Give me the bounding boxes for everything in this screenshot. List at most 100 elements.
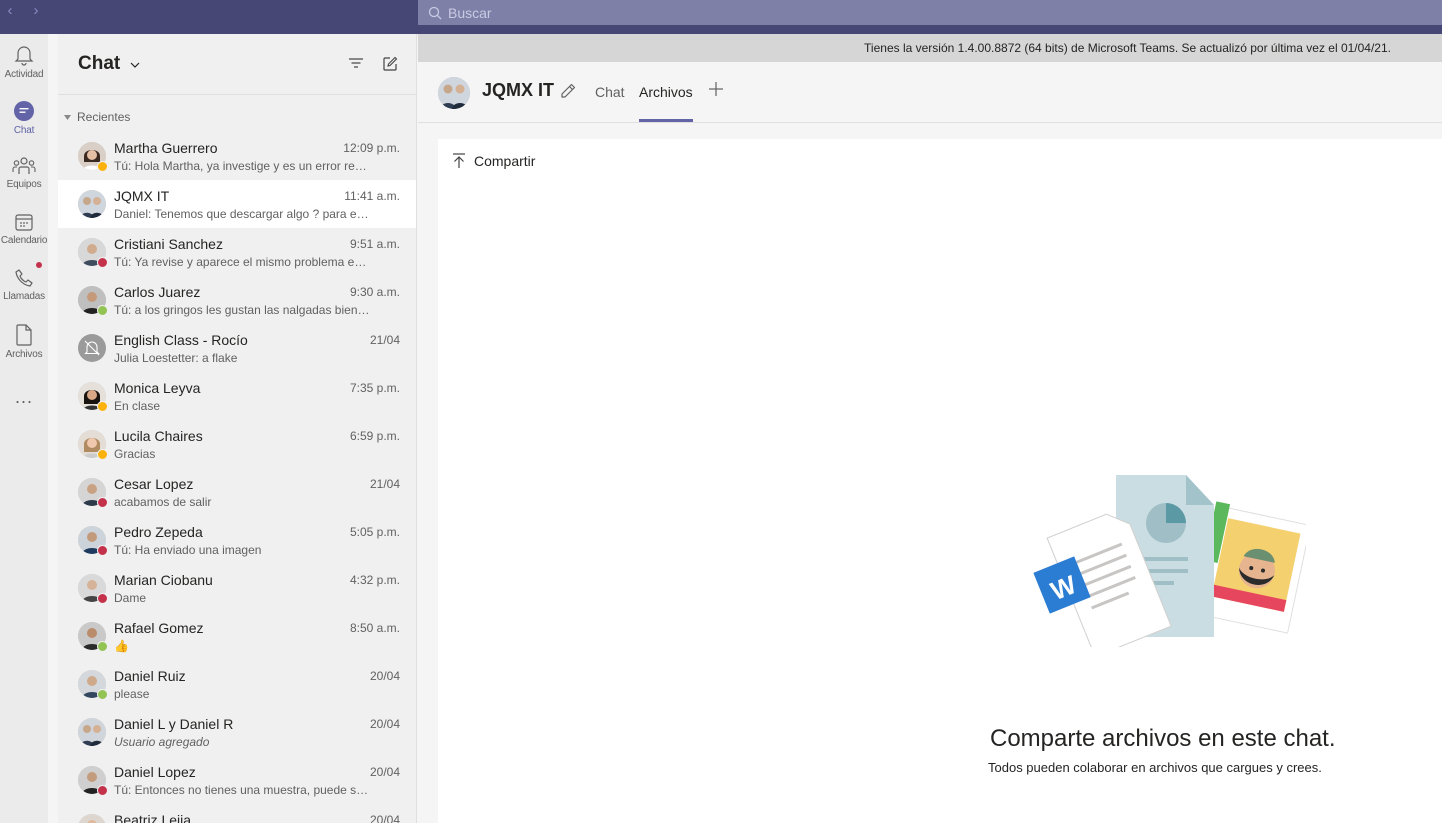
section-label: Recientes [77, 110, 131, 124]
chat-time: 7:35 p.m. [349, 381, 400, 395]
avatar [78, 190, 106, 218]
chat-name: Cesar Lopez [114, 476, 194, 492]
rail-label: Llamadas [3, 291, 45, 302]
search-icon [428, 6, 442, 19]
files-illustration: W [1033, 475, 1306, 647]
rail-files[interactable]: Archivos [0, 314, 48, 370]
chat-name: Daniel Ruiz [114, 668, 186, 684]
chat-preview: please [114, 687, 150, 701]
more-apps-button[interactable]: ... [0, 387, 48, 408]
chat-list-item[interactable]: Daniel L y Daniel R 20/04 Usuario agrega… [58, 708, 416, 756]
back-arrow-icon[interactable]: ‹ [4, 2, 16, 19]
files-pane: Compartir W Comparte archivos en este ch… [438, 139, 1442, 823]
chat-list-item[interactable]: Daniel Lopez 20/04 Tú: Entonces no tiene… [58, 756, 416, 804]
chat-name: Lucila Chaires [114, 428, 203, 444]
chat-list-item[interactable]: English Class - Rocío 21/04 Julia Loeste… [58, 324, 416, 372]
rail-label: Chat [13, 125, 35, 136]
new-chat-icon[interactable] [382, 56, 398, 72]
avatar [78, 718, 106, 746]
tab-files[interactable]: Archivos [639, 84, 693, 100]
chat-list-item[interactable]: Rafael Gomez 8:50 a.m. 👍 [58, 612, 416, 660]
chat-list-item[interactable]: Cristiani Sanchez 9:51 a.m. Tú: Ya revis… [58, 228, 416, 276]
chat-preview: Tú: Ha enviado una imagen [114, 543, 262, 557]
chat-list-panel: Chat Recientes Martha Guerrero 12:09 p.m… [58, 34, 417, 823]
presence-available-icon [97, 689, 108, 700]
chat-time: 9:30 a.m. [349, 285, 400, 299]
chat-name: English Class - Rocío [114, 332, 248, 348]
chat-list-item[interactable]: Monica Leyva 7:35 p.m. En clase [58, 372, 416, 420]
rail-label: Actividad [4, 69, 44, 80]
chat-icon [14, 101, 34, 121]
rail-teams[interactable]: Equipos [0, 146, 48, 202]
empty-state-subtitle: Todos pueden colaborar en archivos que c… [988, 760, 1322, 775]
chat-list-item[interactable]: Lucila Chaires 6:59 p.m. Gracias [58, 420, 416, 468]
chat-list-item[interactable]: Carlos Juarez 9:30 a.m. Tú: a los gringo… [58, 276, 416, 324]
chat-preview: Tú: Entonces no tienes una muestra, pued… [114, 783, 370, 797]
chevron-down-icon[interactable] [130, 62, 140, 68]
chat-list: Martha Guerrero 12:09 p.m. Tú: Hola Mart… [58, 132, 416, 823]
chat-preview: Dame [114, 591, 147, 605]
chat-time: 20/04 [369, 813, 400, 823]
forward-arrow-icon[interactable]: › [30, 2, 42, 19]
chat-name: Marian Ciobanu [114, 572, 213, 588]
chat-preview: Tú: Ya revise y aparece el mismo problem… [114, 255, 370, 269]
chat-list-item-selected[interactable]: JQMX IT 11:41 a.m. Daniel: Tenemos que d… [58, 180, 416, 228]
chat-name: Beatriz Lejia [114, 812, 192, 823]
group-avatar [438, 77, 470, 109]
pencil-icon[interactable] [560, 83, 576, 99]
chat-preview: acabamos de salir [114, 495, 212, 509]
chat-name: Daniel L y Daniel R [114, 716, 234, 732]
chat-name: Rafael Gomez [114, 620, 204, 636]
tab-chat[interactable]: Chat [595, 84, 625, 100]
presence-away-icon [97, 401, 108, 412]
chat-list-item[interactable]: Daniel Ruiz 20/04 please [58, 660, 416, 708]
chat-list-item[interactable]: Marian Ciobanu 4:32 p.m. Dame [58, 564, 416, 612]
presence-busy-icon [97, 593, 108, 604]
search-bar[interactable] [418, 0, 1442, 25]
chat-name: Pedro Zepeda [114, 524, 203, 540]
chat-time: 20/04 [369, 717, 400, 731]
conversation-title: JQMX IT [482, 80, 555, 100]
presence-busy-icon [97, 497, 108, 508]
chat-preview: Julia Loestetter: a flake [114, 351, 238, 365]
chat-name: Cristiani Sanchez [114, 236, 223, 252]
presence-away-icon [97, 161, 108, 172]
add-tab-icon[interactable] [708, 81, 724, 97]
chat-panel-title[interactable]: Chat [78, 53, 120, 75]
caret-down-icon [64, 114, 71, 120]
chat-panel-actions [348, 56, 398, 72]
rail-calendar[interactable]: Calendario [0, 202, 48, 258]
chat-time: 21/04 [369, 477, 400, 491]
chat-preview: 👍 [114, 639, 129, 653]
search-input[interactable] [448, 4, 848, 21]
chat-time: 21/04 [369, 333, 400, 347]
section-recent[interactable]: Recientes [64, 110, 130, 124]
chat-preview: Gracias [114, 447, 156, 461]
rail-label: Archivos [5, 349, 43, 360]
share-button[interactable]: Compartir [452, 153, 535, 169]
rail-chat[interactable]: Chat [0, 90, 48, 146]
chat-time: 5:05 p.m. [349, 525, 400, 539]
chat-preview: Tú: Hola Martha, ya investige y es un er… [114, 159, 370, 173]
presence-busy-icon [97, 785, 108, 796]
presence-available-icon [97, 641, 108, 652]
teams-icon [12, 157, 36, 174]
chat-time: 20/04 [369, 669, 400, 683]
chat-list-item[interactable]: Martha Guerrero 12:09 p.m. Tú: Hola Mart… [58, 132, 416, 180]
upload-icon [453, 153, 465, 168]
chat-list-item[interactable]: Beatriz Lejia 20/04 [58, 804, 416, 823]
calendar-icon [15, 214, 33, 231]
chat-list-item[interactable]: Pedro Zepeda 5:05 p.m. Tú: Ha enviado un… [58, 516, 416, 564]
filter-icon[interactable] [348, 56, 364, 70]
chat-name: Carlos Juarez [114, 284, 201, 300]
rail-activity[interactable]: Actividad [0, 34, 48, 90]
chat-time: 4:32 p.m. [349, 573, 400, 587]
chat-list-item[interactable]: Cesar Lopez 21/04 acabamos de salir [58, 468, 416, 516]
presence-away-icon [97, 449, 108, 460]
empty-state-title: Comparte archivos en este chat. [990, 725, 1336, 752]
chat-preview: En clase [114, 399, 161, 413]
app-rail: Actividad Chat Equipos Calendario Llamad… [0, 34, 48, 823]
phone-icon [15, 269, 33, 287]
avatar [78, 334, 106, 362]
conversation-pane: Tienes la versión 1.4.00.8872 (64 bits) … [418, 34, 1442, 823]
